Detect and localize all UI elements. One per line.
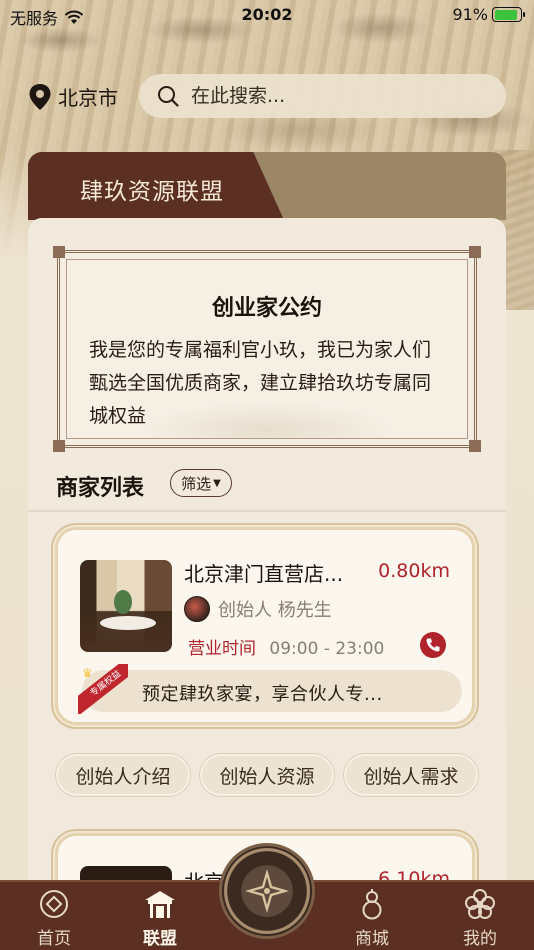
founder-label: 创始人 杨先生 <box>218 600 332 621</box>
center-compass-button[interactable] <box>222 846 312 936</box>
battery-fill <box>494 9 518 20</box>
search-icon <box>158 86 179 107</box>
promo-banner[interactable]: 预定肆玖家宴，享合伙人专... <box>82 670 462 712</box>
charter-card-inner: 创业家公约 我是您的专属福利官小玖，我已为家人们甄选全国优质商家，建立肆拾玖坊专… <box>66 259 468 439</box>
tab-alliance-resources[interactable]: 肆玖资源联盟 <box>28 152 284 220</box>
charter-corner-ornament <box>469 246 481 258</box>
merchant-name: 北京津门直营店... <box>184 562 344 586</box>
business-hours: 营业时间 09:00 - 23:00 <box>188 634 384 659</box>
photo-plant <box>114 590 132 614</box>
coin-icon <box>40 890 68 918</box>
merchant-list-title: 商家列表 <box>56 476 145 501</box>
charter-corner-ornament <box>469 440 481 452</box>
chevron-down-icon: ▼ <box>213 477 221 489</box>
merchant-distance: 6.10km <box>378 868 450 880</box>
photo-table <box>100 616 156 630</box>
tab-alliance[interactable]: 联盟 <box>120 888 200 949</box>
founder-needs-button[interactable]: 创始人需求 <box>344 754 478 796</box>
gourd-icon <box>362 889 382 920</box>
alliance-header: 肆玖资源联盟 <box>28 152 506 220</box>
status-bar: 无服务 20:02 91% <box>0 0 534 30</box>
founder-intro-button[interactable]: 创始人介绍 <box>56 754 190 796</box>
merchant-photo <box>80 866 172 880</box>
charter-card: 创业家公约 我是您的专属福利官小玖，我已为家人们甄选全国优质商家，建立肆拾玖坊专… <box>53 246 481 452</box>
founder-resources-button[interactable]: 创始人资源 <box>200 754 334 796</box>
location-selector[interactable]: 北京市 <box>28 82 118 111</box>
search-bar[interactable] <box>139 74 506 118</box>
flower-icon <box>465 889 495 919</box>
tab-home[interactable]: 首页 <box>14 888 94 949</box>
charter-corner-ornament <box>53 440 65 452</box>
phone-call-button[interactable] <box>420 632 446 658</box>
battery-group: 91% <box>452 5 525 24</box>
charter-title: 创业家公约 <box>211 296 322 321</box>
city-label: 北京市 <box>58 86 118 110</box>
phone-icon <box>426 638 440 652</box>
founder-actions: 创始人介绍 创始人资源 创始人需求 <box>56 754 478 796</box>
tab-profile[interactable]: 我的 <box>440 888 520 949</box>
filter-button[interactable]: 筛选 ▼ <box>170 469 232 497</box>
tab-alliance-label: 联盟 <box>143 929 177 949</box>
tab-profile-label: 我的 <box>463 929 497 949</box>
main-panel: 创业家公约 我是您的专属福利官小玖，我已为家人们甄选全国优质商家，建立肆拾玖坊专… <box>28 218 506 880</box>
charter-corner-ornament <box>53 246 65 258</box>
crown-icon: ♛ <box>82 666 93 680</box>
merchant-card[interactable]: 北京津门直营店... 0.80km 创始人 杨先生 营业时间 09:00 - 2… <box>58 530 472 722</box>
battery-percent: 91% <box>452 5 488 24</box>
hours-value: 09:00 - 23:00 <box>269 639 385 659</box>
tab-alliance-resources-label: 肆玖资源联盟 <box>80 179 224 205</box>
battery-icon <box>492 7 525 22</box>
merchant-founder: 创始人 杨先生 <box>184 596 332 622</box>
pavilion-icon <box>145 891 175 918</box>
tab-mall-label: 商城 <box>355 929 389 949</box>
merchant-distance: 0.80km <box>378 560 450 582</box>
tab-mall[interactable]: 商城 <box>332 888 412 949</box>
exclusive-ribbon: ♛ 专属权益 <box>78 664 128 714</box>
charter-body: 我是您的专属福利官小玖，我已为家人们甄选全国优质商家，建立肆拾玖坊专属同城权益 <box>89 339 432 427</box>
location-pin-icon <box>29 83 51 110</box>
promo-text: 预定肆玖家宴，享合伙人专... <box>142 684 383 705</box>
merchant-photo <box>80 560 172 652</box>
tab-home-label: 首页 <box>37 929 71 949</box>
compass-icon <box>245 869 289 913</box>
avatar <box>184 596 210 622</box>
hours-label: 营业时间 <box>188 639 256 659</box>
search-input[interactable] <box>191 85 491 107</box>
list-divider <box>28 510 506 512</box>
filter-label: 筛选 <box>181 474 212 493</box>
